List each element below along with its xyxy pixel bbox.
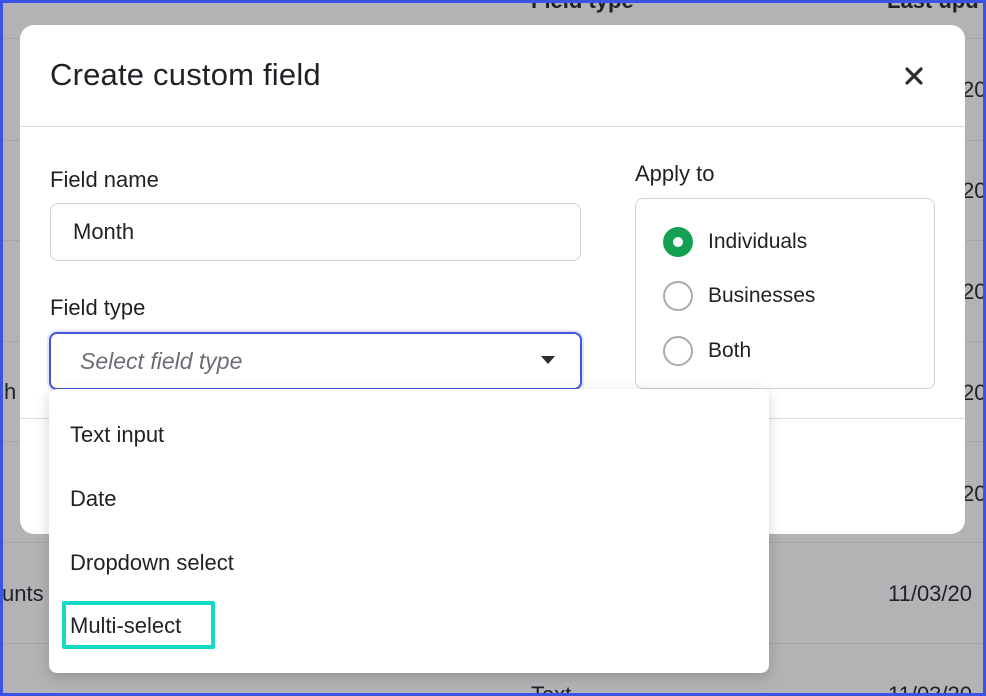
field-name-input[interactable] (50, 203, 581, 261)
radio-option-both[interactable]: Both (663, 335, 751, 367)
bg-cell: 20 (962, 481, 986, 506)
bg-cell: 20 (962, 178, 986, 203)
radio-label: Businesses (708, 284, 816, 307)
field-type-label: Field type (50, 295, 146, 320)
field-name-label: Field name (50, 167, 159, 192)
field-type-select[interactable]: Select field type (49, 332, 582, 390)
bg-cell: 11/03/20 (888, 581, 973, 606)
menu-item-date[interactable]: Date (70, 486, 116, 512)
bg-header-field-type: Field type (531, 0, 634, 13)
apply-to-radio-group: Individuals Businesses Both (635, 198, 935, 389)
field-type-placeholder: Select field type (80, 348, 243, 374)
bg-cell: 20 (962, 279, 986, 304)
field-type-dropdown-menu: Text input Date Dropdown select Multi-se… (49, 389, 769, 673)
radio-unchecked-icon (663, 281, 693, 311)
bg-header-last-updated: Last upd (887, 0, 979, 13)
close-icon (905, 67, 923, 85)
bg-cell: unts (2, 581, 44, 606)
bg-cell: Text (531, 682, 572, 696)
bg-cell: 20 (962, 380, 986, 405)
menu-item-text-input[interactable]: Text input (70, 422, 164, 448)
bg-cell: 11/03/20 (888, 682, 973, 696)
caret-down-icon (541, 356, 555, 364)
radio-unchecked-icon (663, 336, 693, 366)
close-button[interactable] (900, 62, 928, 90)
bg-cell: h (4, 379, 17, 404)
radio-checked-icon (663, 227, 693, 257)
modal-header: Create custom field (20, 25, 965, 127)
radio-option-individuals[interactable]: Individuals (663, 226, 807, 258)
modal-title: Create custom field (50, 57, 321, 92)
bg-cell: 20 (962, 77, 986, 102)
menu-item-multi-select[interactable]: Multi-select (70, 613, 181, 639)
radio-label: Individuals (708, 230, 808, 253)
menu-item-dropdown-select[interactable]: Dropdown select (70, 550, 234, 576)
apply-to-label: Apply to (635, 161, 715, 186)
radio-label: Both (708, 339, 752, 362)
radio-option-businesses[interactable]: Businesses (663, 280, 815, 312)
